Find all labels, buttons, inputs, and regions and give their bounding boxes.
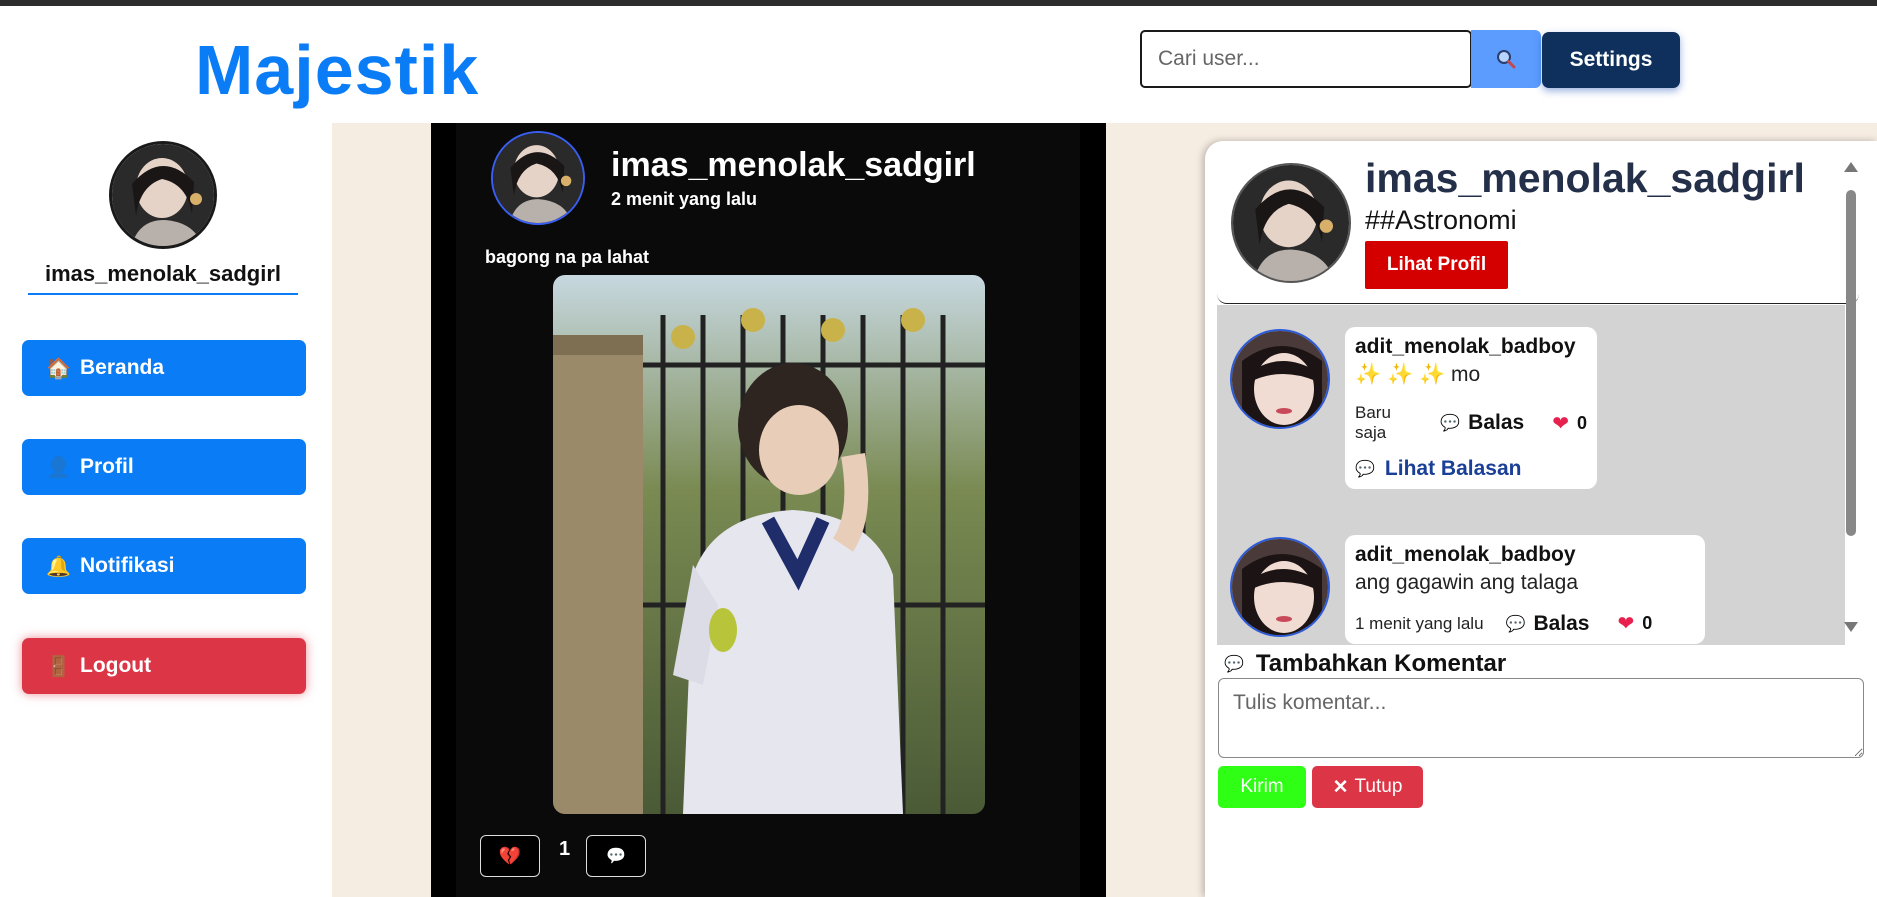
comments-list[interactable]: adit_menolak_badboy ✨ ✨ ✨ mo Baru saja 💬… (1217, 305, 1845, 645)
comment-avatar[interactable] (1230, 329, 1330, 429)
search-button[interactable] (1471, 30, 1541, 88)
user-icon: 👤 (46, 456, 71, 479)
add-comment-heading: 💬 Tambahkan Komentar (1224, 650, 1506, 678)
close-label: Tutup (1354, 776, 1403, 797)
comment-item: adit_menolak_badboy ang gagawin ang tala… (1345, 535, 1705, 644)
close-icon: ✕ (1332, 776, 1349, 798)
view-replies-link[interactable]: 💬 Lihat Balasan (1355, 457, 1587, 481)
sidebar-item-beranda[interactable]: 🏠 Beranda (22, 340, 306, 396)
comment-username[interactable]: adit_menolak_badboy (1355, 543, 1695, 567)
panel-header: imas_menolak_sadgirl ##Astronomi Lihat P… (1217, 141, 1859, 304)
scroll-thumb[interactable] (1846, 190, 1856, 536)
panel-avatar[interactable] (1231, 163, 1351, 283)
comment-time: Baru saja (1355, 403, 1391, 442)
house-icon: 🏠 (46, 357, 71, 380)
sidebar-username: imas_menolak_sadgirl (28, 261, 298, 295)
comment-time: 1 menit yang lalu (1355, 613, 1484, 633)
settings-button[interactable]: Settings (1542, 32, 1680, 88)
logout-button[interactable]: 🚪 Logout (22, 638, 306, 694)
sidebar-item-label: Beranda (80, 356, 165, 379)
scroll-down-arrow-icon[interactable] (1844, 622, 1858, 632)
comment-text: ang gagawin ang talaga (1355, 571, 1579, 594)
panel-username: imas_menolak_sadgirl (1365, 155, 1805, 201)
reply-button[interactable]: Balas (1468, 411, 1524, 435)
avatar[interactable] (109, 141, 217, 249)
dislike-button[interactable]: 💔 (480, 835, 540, 877)
post-avatar[interactable] (491, 131, 585, 225)
app-logo[interactable]: Majestik (195, 30, 479, 110)
search-icon (1497, 50, 1516, 69)
speech-bubble-icon: 💬 (606, 848, 626, 865)
view-replies-label: Lihat Balasan (1384, 457, 1522, 480)
door-icon: 🚪 (46, 655, 71, 678)
avatar-image (493, 133, 583, 223)
avatar-image (112, 144, 214, 246)
comment-like-count: 0 (1576, 412, 1587, 433)
comment-item: adit_menolak_badboy ✨ ✨ ✨ mo Baru saja 💬… (1345, 327, 1597, 489)
post-username[interactable]: imas_menolak_sadgirl (611, 146, 976, 185)
reply-button[interactable]: Balas (1533, 612, 1589, 636)
send-comment-button[interactable]: Kirim (1218, 766, 1306, 808)
sidebar-item-label: Profil (80, 455, 134, 478)
speech-bubble-icon: 💬 (1224, 656, 1244, 673)
speech-bubble-icon: 💬 (1505, 615, 1526, 633)
speech-bubble-icon: 💬 (1355, 461, 1375, 478)
sidebar: imas_menolak_sadgirl 🏠 Beranda 👤 Profil … (0, 123, 332, 897)
bell-icon: 🔔 (46, 555, 71, 578)
view-profile-button[interactable]: Lihat Profil (1365, 241, 1508, 289)
broken-heart-icon: 💔 (498, 845, 522, 866)
sidebar-item-label: Notifikasi (80, 554, 175, 577)
comment-like-count: 0 (1642, 613, 1653, 633)
comments-scrollbar[interactable] (1843, 150, 1859, 640)
comment-avatar[interactable] (1230, 537, 1330, 637)
scroll-up-arrow-icon[interactable] (1844, 162, 1858, 172)
search-input[interactable] (1140, 30, 1472, 88)
post-timestamp: 2 menit yang lalu (611, 189, 758, 209)
avatar-image (1233, 165, 1349, 281)
post-image[interactable] (553, 275, 985, 814)
comment-button[interactable]: 💬 (586, 835, 646, 877)
panel-tag: ##Astronomi (1365, 205, 1517, 235)
sidebar-item-label: Logout (80, 654, 152, 677)
post-photo (553, 275, 985, 814)
speech-bubble-icon: 💬 (1440, 415, 1461, 432)
sidebar-item-notifikasi[interactable]: 🔔 Notifikasi (22, 538, 306, 594)
like-count: 1 (559, 838, 571, 860)
comment-text: ✨ ✨ ✨ mo (1355, 363, 1481, 386)
comment-username[interactable]: adit_menolak_badboy (1355, 335, 1587, 359)
avatar-image (1232, 539, 1328, 635)
heart-icon[interactable]: ❤ (1552, 411, 1569, 436)
add-comment-label: Tambahkan Komentar (1255, 650, 1507, 677)
sidebar-item-profil[interactable]: 👤 Profil (22, 439, 306, 495)
avatar-image (1232, 331, 1328, 427)
heart-icon[interactable]: ❤ (1618, 611, 1635, 636)
post-caption: bagong na pa lahat (485, 247, 650, 267)
comment-input[interactable] (1218, 678, 1864, 758)
close-panel-button[interactable]: ✕ Tutup (1312, 766, 1423, 808)
